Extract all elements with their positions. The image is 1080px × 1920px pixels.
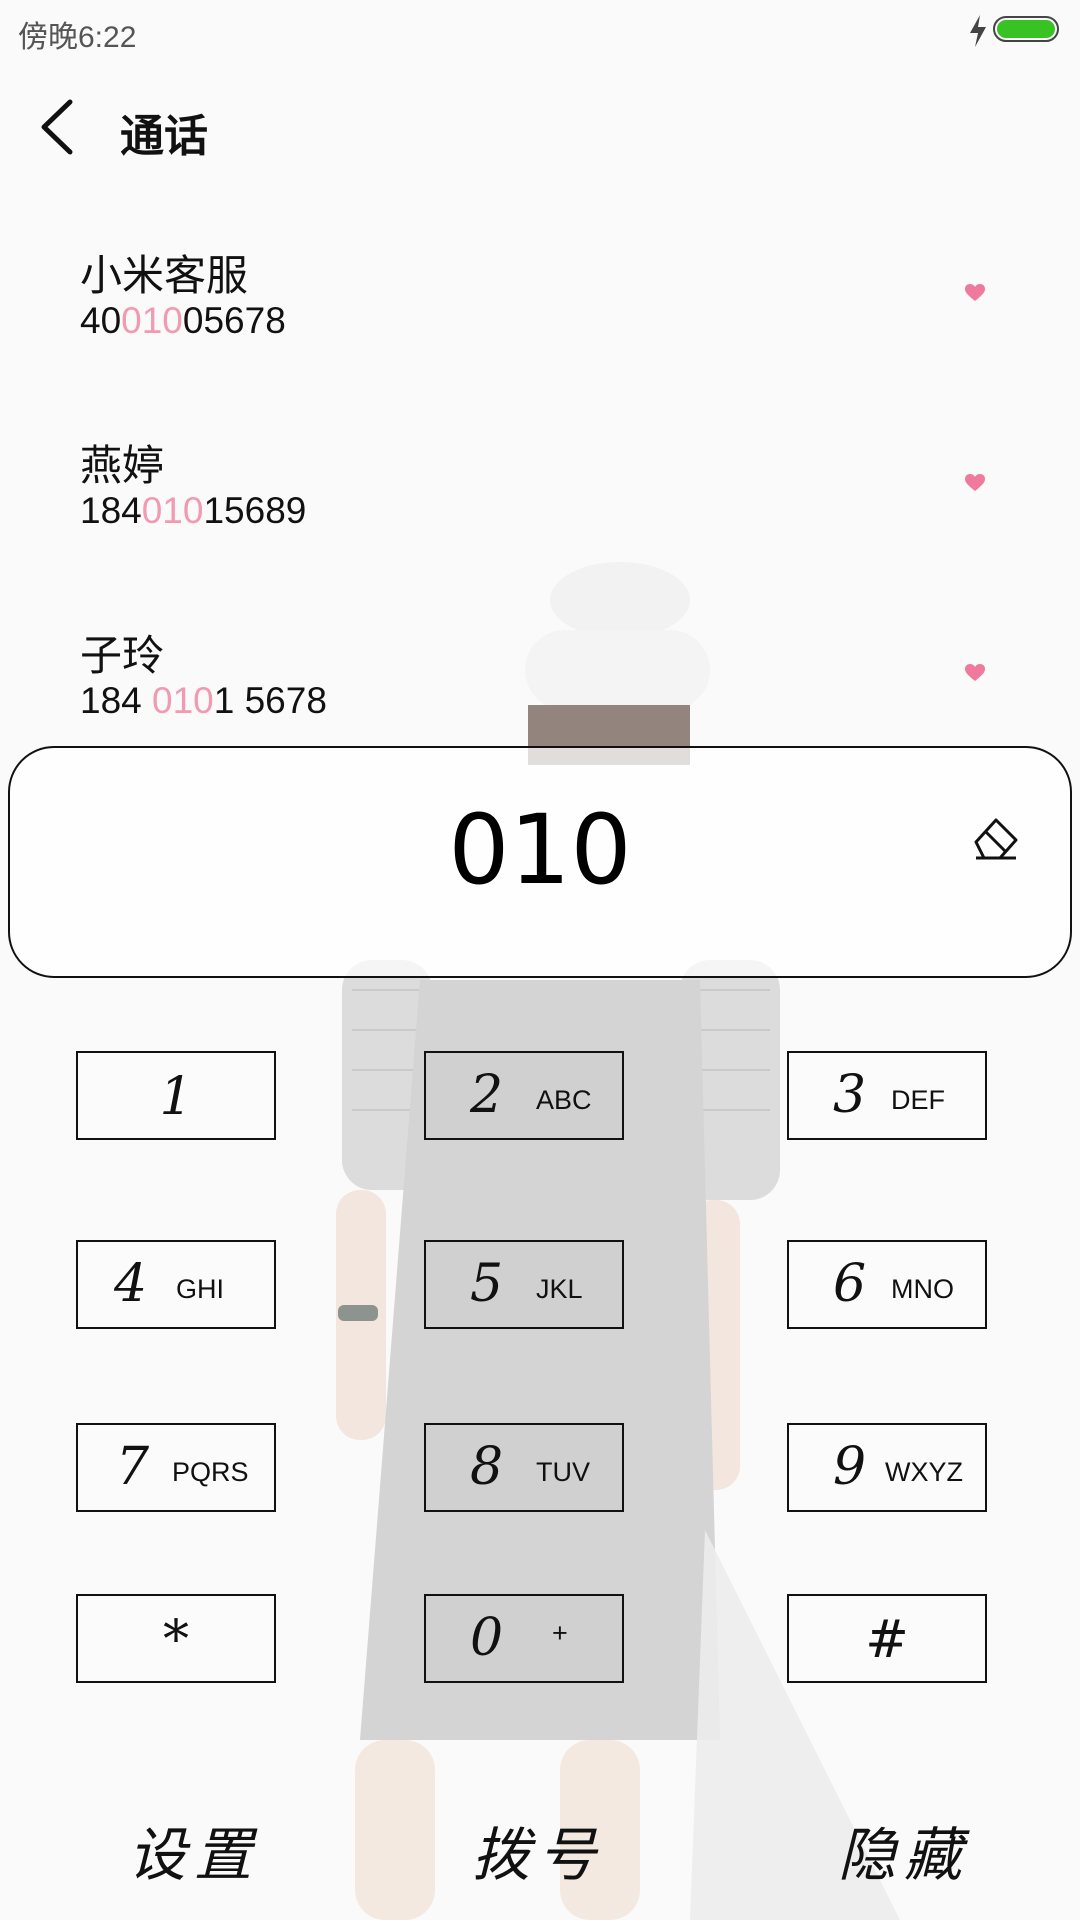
- key-6[interactable]: 6 MNO: [787, 1240, 987, 1329]
- key-5[interactable]: 5 JKL: [424, 1240, 624, 1329]
- contact-number: 18401015689: [80, 490, 306, 532]
- key-letters: WXYZ: [885, 1457, 963, 1487]
- eraser-icon[interactable]: [970, 812, 1022, 864]
- settings-button[interactable]: 设置: [128, 1808, 260, 1892]
- key-letters: PQRS: [172, 1457, 249, 1487]
- key-digit: *: [163, 1610, 189, 1670]
- key-digit: #: [865, 1610, 909, 1670]
- key-letters: JKL: [536, 1274, 583, 1304]
- contact-row[interactable]: 小米客服 4001005678: [0, 230, 1080, 420]
- dial-input-display[interactable]: 010: [8, 746, 1072, 978]
- key-7[interactable]: 7 PQRS: [76, 1423, 276, 1512]
- contact-number: 4001005678: [80, 300, 286, 342]
- key-digit: 6: [833, 1254, 867, 1314]
- contact-row[interactable]: 燕婷 18401015689: [0, 420, 1080, 610]
- number-suffix: 05678: [182, 300, 286, 341]
- contact-name: 燕婷: [80, 442, 165, 489]
- key-digit: 4: [114, 1254, 148, 1314]
- number-match: 010: [121, 300, 183, 341]
- dialed-number: 010: [448, 794, 632, 906]
- back-arrow-icon[interactable]: [38, 98, 78, 156]
- key-digit: 1: [159, 1067, 193, 1127]
- key-1[interactable]: 1: [76, 1051, 276, 1140]
- key-8[interactable]: 8 TUV: [424, 1423, 624, 1512]
- key-digit: 9: [833, 1437, 867, 1497]
- battery-icon: [993, 16, 1059, 42]
- key-digit: 0: [470, 1608, 504, 1668]
- key-digit: 2: [470, 1065, 504, 1125]
- key-letters: +: [552, 1618, 568, 1648]
- key-digit: 7: [116, 1437, 150, 1497]
- dial-button[interactable]: 拨号: [472, 1808, 604, 1892]
- number-match: 010: [141, 490, 204, 531]
- key-digit: 3: [833, 1065, 867, 1125]
- number-prefix: 40: [80, 300, 122, 341]
- number-match: 010: [152, 680, 214, 721]
- key-letters: DEF: [891, 1085, 945, 1115]
- key-star[interactable]: *: [76, 1594, 276, 1683]
- status-bar: 傍晚6:22: [0, 0, 1080, 62]
- key-letters: TUV: [536, 1457, 590, 1487]
- key-2[interactable]: 2 ABC: [424, 1051, 624, 1140]
- key-letters: ABC: [536, 1085, 592, 1115]
- heart-icon: [965, 284, 985, 301]
- page-title: 通话: [120, 112, 208, 161]
- number-prefix: 184: [80, 680, 153, 721]
- key-digit: 8: [470, 1437, 504, 1497]
- number-suffix: 1 5678: [213, 680, 327, 721]
- contact-name: 子玲: [80, 632, 165, 679]
- number-suffix: 15689: [203, 490, 307, 531]
- number-prefix: 184: [80, 490, 142, 531]
- key-0[interactable]: 0 +: [424, 1594, 624, 1683]
- key-letters: GHI: [176, 1274, 225, 1304]
- key-9[interactable]: 9 WXYZ: [787, 1423, 987, 1512]
- contact-number: 184 0101 5678: [80, 680, 327, 722]
- key-digit: 5: [470, 1254, 504, 1314]
- key-hash[interactable]: #: [787, 1594, 987, 1683]
- heart-icon: [965, 474, 985, 491]
- key-letters: MNO: [891, 1274, 954, 1304]
- status-time: 傍晚6:22: [18, 21, 137, 54]
- heart-icon: [965, 664, 985, 681]
- charging-icon: [970, 15, 986, 47]
- key-4[interactable]: 4 GHI: [76, 1240, 276, 1329]
- hide-button[interactable]: 隐藏: [838, 1808, 970, 1892]
- key-3[interactable]: 3 DEF: [787, 1051, 987, 1140]
- contact-name: 小米客服: [80, 252, 249, 299]
